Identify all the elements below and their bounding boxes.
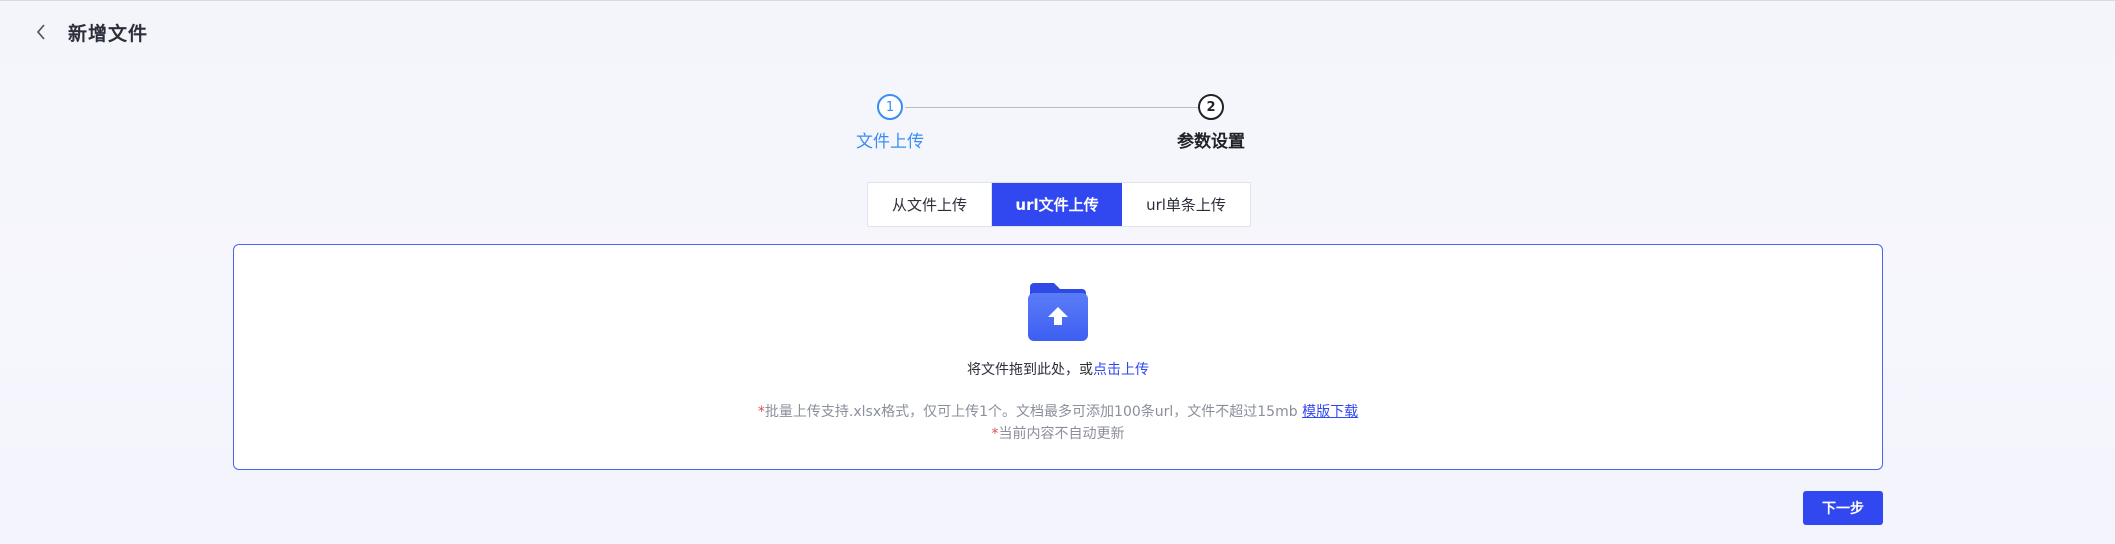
update-note-text: 当前内容不自动更新: [998, 426, 1125, 442]
step-number: 2: [1198, 94, 1224, 120]
chevron-left-icon: [36, 24, 45, 40]
step-param-settings: 2 参数设置: [1146, 94, 1276, 152]
back-button[interactable]: [30, 19, 52, 45]
upload-dropzone[interactable]: 将文件拖到此处，或点击上传 *批量上传支持.xlsx格式，仅可上传1个。文档最多…: [233, 244, 1883, 470]
tab-url-single[interactable]: url单条上传: [1122, 183, 1250, 226]
tab-url-file[interactable]: url文件上传: [992, 183, 1122, 226]
drop-hint-text: 将文件拖到此处，或: [967, 362, 1093, 378]
top-divider: [0, 0, 2115, 1]
step-file-upload: 1 文件上传: [840, 94, 940, 152]
next-step-button[interactable]: 下一步: [1803, 491, 1883, 525]
upload-note: *批量上传支持.xlsx格式，仅可上传1个。文档最多可添加100条url，文件不…: [234, 401, 1882, 421]
click-upload-link[interactable]: 点击上传: [1093, 362, 1149, 378]
step-label: 文件上传: [856, 132, 924, 152]
tab-from-file[interactable]: 从文件上传: [868, 183, 992, 226]
required-star: *: [757, 404, 765, 420]
upload-mode-tabs: 从文件上传 url文件上传 url单条上传: [867, 182, 1251, 227]
step-number: 1: [877, 94, 903, 120]
required-star: *: [991, 426, 999, 442]
template-download-link[interactable]: 模版下载: [1302, 404, 1358, 420]
step-label: 参数设置: [1177, 132, 1245, 152]
upload-note-text: 批量上传支持.xlsx格式，仅可上传1个。文档最多可添加100条url，文件不超…: [764, 404, 1298, 420]
page-title: 新增文件: [68, 22, 149, 45]
page-header: 新增文件: [30, 18, 148, 46]
update-note: *当前内容不自动更新: [234, 423, 1882, 443]
folder-upload-icon: [1028, 283, 1088, 341]
drop-hint: 将文件拖到此处，或点击上传: [234, 359, 1882, 379]
stepper: 1 文件上传 2 参数设置: [840, 94, 1300, 164]
